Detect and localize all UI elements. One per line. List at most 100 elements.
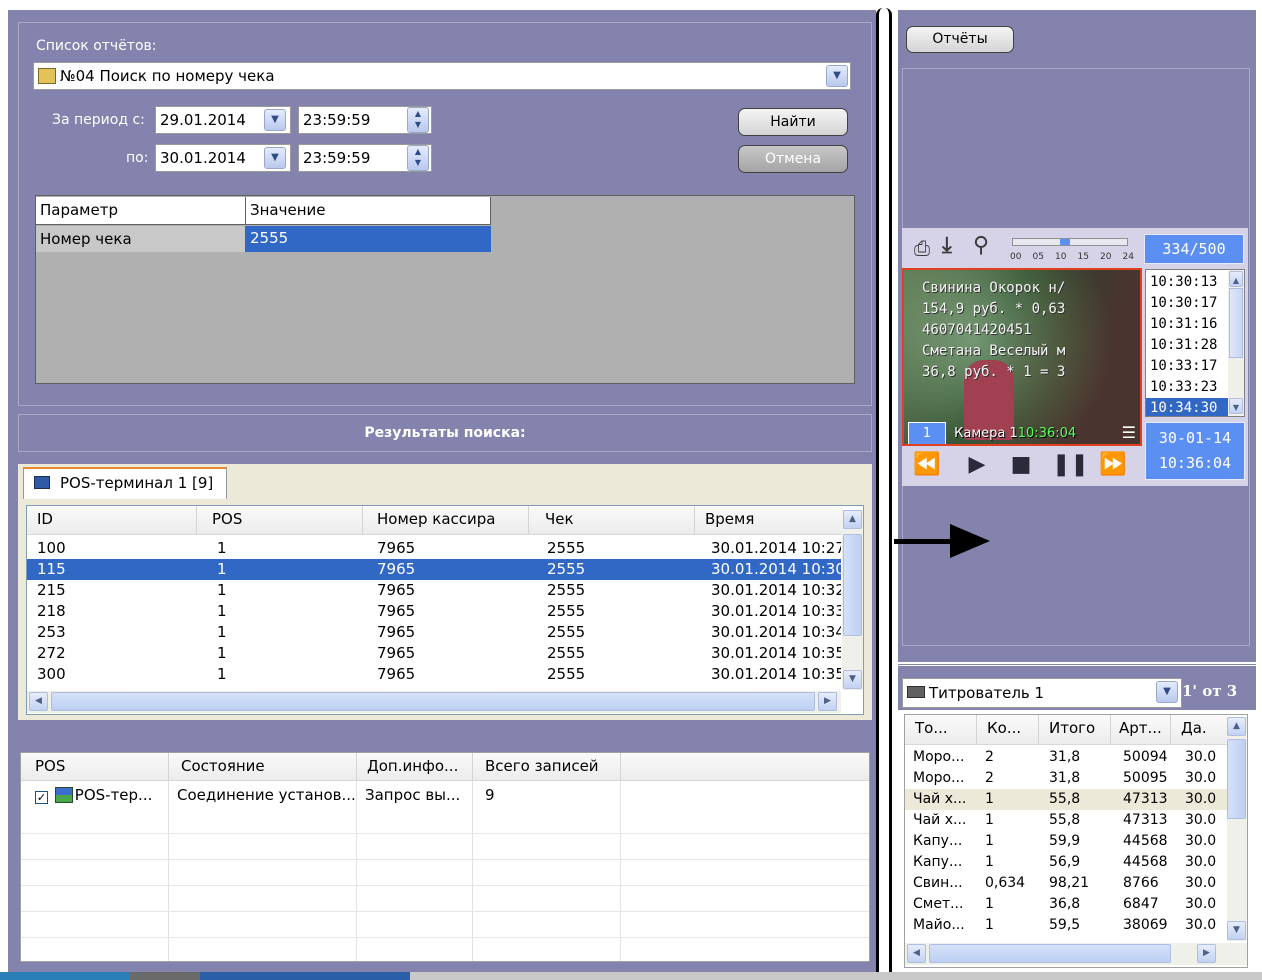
- titler-row[interactable]: Капу... 1 56,9 44568 30.0: [905, 852, 1227, 873]
- overlay-line-1: Свинина Окорок н/: [922, 280, 1066, 296]
- time-list-item[interactable]: 10:33:17: [1146, 356, 1228, 377]
- table-row[interactable]: 218 1 7965 2555 30.01.2014 10:33:: [27, 601, 841, 622]
- time-scroll-down-icon[interactable]: ▼: [1229, 398, 1243, 414]
- col-quantity[interactable]: Ко...: [977, 715, 1039, 744]
- titler-scroll-thumb[interactable]: [1227, 739, 1246, 819]
- table-row[interactable]: 253 1 7965 2555 30.01.2014 10:34:: [27, 622, 841, 643]
- col-id[interactable]: ID: [27, 506, 197, 534]
- camera-label: Камера 1: [954, 426, 1018, 441]
- reports-button[interactable]: Отчёты: [906, 26, 1014, 53]
- time-list-item[interactable]: 10:30:17: [1146, 293, 1228, 314]
- scroll-down-icon[interactable]: ▼: [843, 670, 862, 689]
- pos-status-row[interactable]: ✓ POS-тер... Соединение установ... Запро…: [21, 782, 869, 808]
- period-from-label: За период с:: [52, 112, 145, 128]
- report-select[interactable]: №04 Поиск по номеру чека: [33, 62, 851, 90]
- titler-row[interactable]: Смет... 1 36,8 6847 30.0: [905, 894, 1227, 915]
- time-scroll-up-icon[interactable]: ▲: [1229, 271, 1243, 287]
- titler-hscroll-thumb[interactable]: [929, 944, 1171, 963]
- overlay-line-2: 154,9 руб. * 0,63: [922, 301, 1066, 317]
- titler-dropdown[interactable]: ▼: [1156, 681, 1178, 703]
- scroll-right-icon[interactable]: ▶: [818, 692, 837, 711]
- col-pos-status[interactable]: POS: [21, 753, 169, 780]
- titler-scroll-up-icon[interactable]: ▲: [1227, 717, 1246, 736]
- col-total-records[interactable]: Всего записей: [473, 753, 621, 780]
- scroll-thumb[interactable]: [843, 534, 862, 636]
- time-list-item[interactable]: 10:30:13: [1146, 272, 1228, 293]
- scroll-left-icon[interactable]: ◀: [29, 692, 48, 711]
- time-list-scrollbar[interactable]: ▲ ▼: [1228, 270, 1244, 416]
- titler-cell: Капу...: [913, 833, 963, 849]
- titler-select[interactable]: Титрователь 1: [902, 678, 1182, 708]
- titler-scroll-left-icon[interactable]: ◀: [907, 944, 926, 963]
- pause-button[interactable]: ❚❚: [1052, 452, 1089, 478]
- titler-cell: 30.0: [1185, 770, 1217, 786]
- tab-pos-terminal[interactable]: POS-терминал 1 [9]: [23, 467, 227, 499]
- find-button[interactable]: Найти: [738, 108, 848, 136]
- stop-button[interactable]: ■: [1006, 452, 1036, 478]
- col-pos[interactable]: POS: [197, 506, 363, 534]
- play-button[interactable]: ▶: [962, 452, 992, 478]
- hscroll-thumb[interactable]: [51, 692, 815, 711]
- zoom-icon[interactable]: ⚲: [973, 234, 997, 258]
- table-row[interactable]: 215 1 7965 2555 30.01.2014 10:32:: [27, 580, 841, 601]
- titler-vscrollbar[interactable]: ▲ ▼: [1227, 717, 1247, 941]
- time-list-item[interactable]: 10:34:30: [1146, 398, 1228, 416]
- col-state[interactable]: Состояние: [169, 753, 357, 780]
- rewind-button[interactable]: ⏪: [912, 452, 942, 478]
- time-from-spinner[interactable]: ▲ ▼: [407, 107, 429, 133]
- table-cell: 1: [217, 602, 227, 620]
- col-extra-info[interactable]: Доп.инфо...: [357, 753, 473, 780]
- date-to-value: 30.01.2014: [160, 149, 246, 167]
- titler-cell: 1: [985, 896, 994, 912]
- titler-row[interactable]: Майо... 1 59,5 38069 30.0: [905, 915, 1227, 936]
- titler-row[interactable]: Моро... 2 31,8 50094 30.0: [905, 747, 1227, 768]
- time-to-value: 23:59:59: [303, 149, 371, 167]
- titler-row[interactable]: Чай х... 1 55,8 47313 30.0: [905, 810, 1227, 831]
- col-time[interactable]: Время: [695, 506, 843, 534]
- titler-cell: 36,8: [1049, 896, 1081, 912]
- time-list-item[interactable]: 10:31:16: [1146, 314, 1228, 335]
- time-to-spinner[interactable]: ▲ ▼: [407, 145, 429, 171]
- titler-row[interactable]: Моро... 2 31,8 50095 30.0: [905, 768, 1227, 789]
- table-row[interactable]: 300 1 7965 2555 30.01.2014 10:35:: [27, 664, 841, 685]
- col-article[interactable]: Арт...: [1111, 715, 1171, 744]
- table-row[interactable]: 272 1 7965 2555 30.01.2014 10:35:: [27, 643, 841, 664]
- results-hscrollbar[interactable]: ◀ ▶: [27, 691, 841, 713]
- print-icon[interactable]: ⎙: [914, 238, 938, 258]
- date-to-dropdown[interactable]: ▼: [264, 147, 286, 169]
- scroll-up-icon[interactable]: ▲: [843, 510, 862, 529]
- time-list-item[interactable]: 10:31:28: [1146, 335, 1228, 356]
- table-cell: 30.01.2014 10:30:: [711, 560, 841, 578]
- col-product[interactable]: То...: [905, 715, 977, 744]
- col-cashier[interactable]: Номер кассира: [363, 506, 529, 534]
- time-scroll-thumb[interactable]: [1229, 288, 1243, 358]
- titler-row[interactable]: Капу... 1 59,9 44568 30.0: [905, 831, 1227, 852]
- download-icon[interactable]: ⤓: [942, 234, 966, 258]
- col-total[interactable]: Итого: [1039, 715, 1111, 744]
- param-value-cell[interactable]: 2555: [246, 226, 491, 252]
- table-row[interactable]: 100 1 7965 2555 30.01.2014 10:27:: [27, 538, 841, 559]
- checkbox[interactable]: ✓: [35, 791, 48, 804]
- camera-caption: 1 Камера 110:36:04 ☰: [904, 422, 1140, 444]
- cancel-button[interactable]: Отмена: [738, 145, 848, 173]
- titler-scroll-right-icon[interactable]: ▶: [1197, 944, 1216, 963]
- titler-hscrollbar[interactable]: ◀ ▶: [905, 943, 1247, 965]
- col-check[interactable]: Чек: [529, 506, 695, 534]
- pos-status-cell-pos: ✓ POS-тер...: [21, 782, 169, 808]
- titler-scroll-down-icon[interactable]: ▼: [1227, 921, 1246, 940]
- col-date[interactable]: Да.: [1171, 715, 1227, 744]
- table-row[interactable]: 115 1 7965 2555 30.01.2014 10:30:: [27, 559, 841, 580]
- timeline-slider[interactable]: [1012, 238, 1128, 246]
- video-frame[interactable]: Свинина Окорок н/ 154,9 руб. * 0,63 4607…: [902, 268, 1142, 446]
- time-list: 10:30:13 10:30:17 10:31:16 10:31:28 10:33:17…: [1145, 269, 1245, 417]
- date-from-dropdown[interactable]: ▼: [264, 109, 286, 131]
- titler-cell: 47313: [1123, 812, 1168, 828]
- titler-row[interactable]: Чай х... 1 55,8 47313 30.0: [905, 789, 1227, 810]
- fast-forward-button[interactable]: ⏩: [1098, 452, 1128, 478]
- results-vscrollbar[interactable]: ▲ ▼: [842, 510, 863, 690]
- time-list-item[interactable]: 10:33:23: [1146, 377, 1228, 398]
- param-name-cell: Номер чека: [36, 226, 246, 252]
- menu-icon[interactable]: ☰: [1122, 422, 1136, 444]
- titler-row[interactable]: Свин... 0,634 98,21 8766 30.0: [905, 873, 1227, 894]
- report-select-dropdown[interactable]: ▼: [826, 65, 848, 87]
